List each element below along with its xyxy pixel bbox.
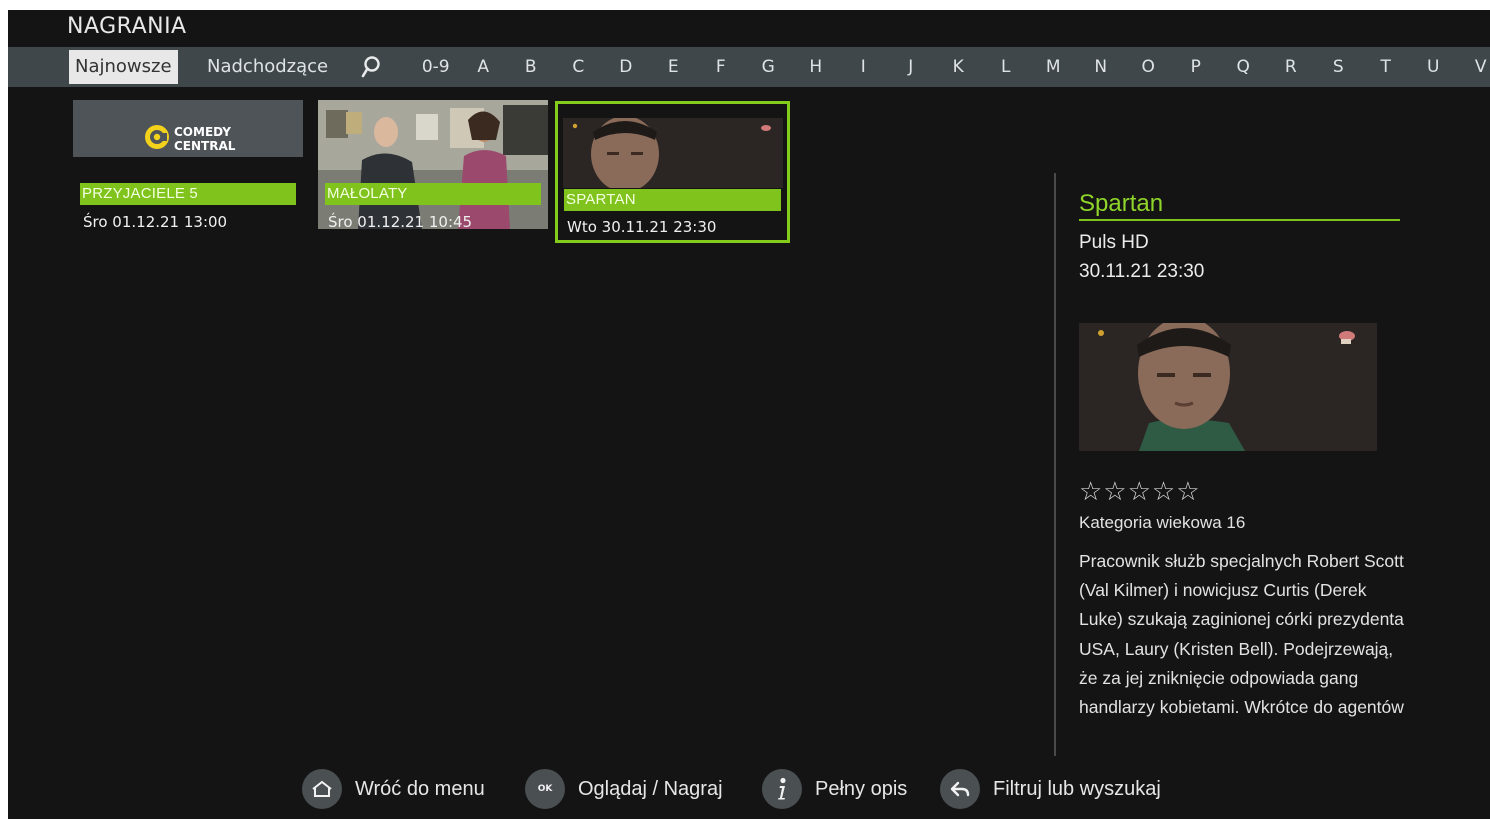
letter-filter-j[interactable]: J	[887, 47, 935, 87]
tab-nadchodzace[interactable]: Nadchodzące	[201, 50, 334, 84]
recordings-screen: NAGRANIA Najnowsze Nadchodzące 0-9 A B C D E F…	[8, 10, 1490, 819]
detail-description: Pracownik służb specjalnych Robert Scott…	[1079, 551, 1404, 718]
channel-logo-thumbnail: COMEDY CENTRAL	[73, 100, 303, 157]
detail-thumbnail	[1079, 317, 1377, 451]
home-icon	[302, 769, 342, 809]
svg-text:CENTRAL: CENTRAL	[174, 139, 236, 153]
scene-thumbnail	[318, 100, 548, 229]
search-icon[interactable]	[360, 55, 382, 79]
letter-filter-n[interactable]: N	[1077, 47, 1125, 87]
filter-bar: Najnowsze Nadchodzące 0-9 A B C D E F G H I J K L M N O…	[8, 47, 1490, 87]
recording-title: SPARTAN	[564, 189, 781, 211]
letter-filter-c[interactable]: C	[555, 47, 603, 87]
hint-label: Filtruj lub wyszukaj	[993, 777, 1161, 800]
comedy-central-logo: COMEDY CENTRAL	[145, 125, 236, 153]
letter-filter-e[interactable]: E	[650, 47, 698, 87]
letter-filter-b[interactable]: B	[507, 47, 555, 87]
recording-title: MAŁOLATY	[325, 183, 541, 205]
letter-filter-a[interactable]: A	[460, 47, 508, 87]
letter-filter-l[interactable]: L	[982, 47, 1030, 87]
letter-filter-k[interactable]: K	[935, 47, 983, 87]
recording-card[interactable]: MAŁOLATY Śro 01.12.21 10:45	[318, 100, 548, 240]
tab-najnowsze[interactable]: Najnowsze	[69, 50, 178, 84]
hint-filter-search[interactable]: Filtruj lub wyszukaj	[940, 767, 1161, 811]
hint-full-description[interactable]: Pełny opis	[762, 767, 907, 811]
hint-watch-record[interactable]: OK Oglądaj / Nagraj	[525, 767, 723, 811]
letter-filter-o[interactable]: O	[1125, 47, 1173, 87]
hint-label: Pełny opis	[815, 777, 908, 800]
letter-filter-f[interactable]: F	[697, 47, 745, 87]
page-title: NAGRANIA	[67, 14, 187, 39]
detail-datetime: 30.11.21 23:30	[1079, 261, 1205, 282]
letter-filter-s[interactable]: S	[1315, 47, 1363, 87]
back-arrow-icon	[940, 769, 980, 809]
letter-filter-d[interactable]: D	[602, 47, 650, 87]
letter-filter-g[interactable]: G	[745, 47, 793, 87]
recording-card[interactable]: COMEDY CENTRAL PRZYJACIELE 5 Śro 01.12.2…	[73, 100, 303, 240]
info-icon	[762, 769, 802, 809]
ok-icon: OK	[525, 769, 565, 809]
letter-filter-i[interactable]: I	[840, 47, 888, 87]
letter-filter-u[interactable]: U	[1410, 47, 1458, 87]
letter-filter-q[interactable]: Q	[1220, 47, 1268, 87]
recording-datetime: Śro 01.12.21 10:45	[328, 213, 473, 231]
hint-back-to-menu[interactable]: Wróć do menu	[302, 767, 485, 811]
letter-filter-r[interactable]: R	[1267, 47, 1315, 87]
recording-datetime: Śro 01.12.21 13:00	[83, 213, 228, 231]
letter-filter-m[interactable]: M	[1030, 47, 1078, 87]
recording-title: PRZYJACIELE 5	[80, 183, 296, 205]
rating-stars: ☆☆☆☆☆	[1079, 477, 1201, 507]
letter-filter-v[interactable]: V	[1457, 47, 1490, 87]
detail-title: Spartan	[1079, 190, 1400, 221]
letter-filter-0-9[interactable]: 0-9	[412, 47, 460, 87]
svg-text:COMEDY: COMEDY	[174, 125, 231, 139]
letter-filter-p[interactable]: P	[1172, 47, 1220, 87]
recording-datetime: Wto 30.11.21 23:30	[567, 218, 717, 236]
scene-thumbnail	[563, 118, 783, 188]
detail-channel: Puls HD	[1079, 232, 1149, 253]
recording-card-focused[interactable]: SPARTAN Wto 30.11.21 23:30	[555, 101, 790, 243]
hint-label: Wróć do menu	[355, 777, 485, 800]
letter-filter-h[interactable]: H	[792, 47, 840, 87]
panel-divider	[1054, 173, 1056, 756]
age-rating: Kategoria wiekowa 16	[1079, 513, 1246, 532]
alphabet-filter: 0-9 A B C D E F G H I J K L M N O P Q R S T U V	[412, 47, 1490, 87]
hint-label: Oglądaj / Nagraj	[578, 777, 723, 800]
letter-filter-t[interactable]: T	[1362, 47, 1410, 87]
